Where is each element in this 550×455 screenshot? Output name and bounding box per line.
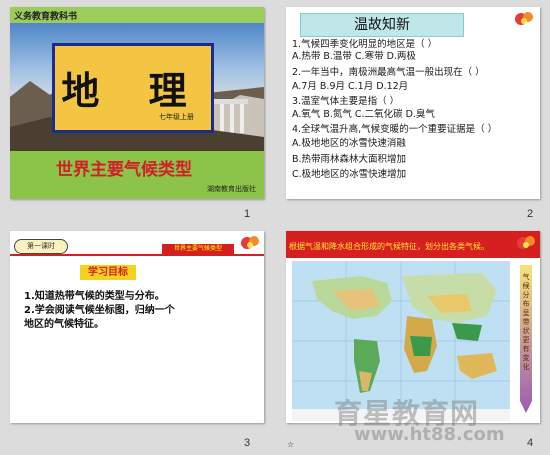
question-line: A.7月 B.9月 C.1月 D.12月: [292, 81, 409, 92]
subtitle: 世界主要气候类型: [56, 160, 192, 180]
goal-heading: 学习目标: [80, 265, 136, 280]
slide-thumbnail-1[interactable]: 义务教育教科书 地 理 七年级上册 世界主要气候类型 湖南教育出版社: [10, 7, 264, 199]
flower-icon: [515, 12, 533, 25]
page-title: 地 理: [61, 68, 205, 113]
flower-icon: [241, 236, 259, 249]
objective-line: 1.知道热带气候的类型与分布。: [24, 291, 165, 302]
grade-label: 七年级上册: [159, 113, 194, 121]
lesson-badge: 第一课时: [14, 239, 68, 254]
series-label: 义务教育教科书: [14, 12, 78, 22]
banner-text: 根据气温和降水组合形成的气候特征，划分出各类气候。: [289, 242, 489, 251]
slide-number-2: 2: [527, 208, 534, 220]
slide-number-1: 1: [244, 208, 251, 220]
question-line: A.极地地区的冰雪快速消融: [292, 138, 406, 149]
question-line: A.热带 B.温带 C.寒带 D.两极: [292, 51, 416, 62]
question-line: 1.气候四季变化明显的地区是（ ）: [292, 39, 438, 50]
question-line: 4.全球气温升高,气候变暖的一个重要证据是（ ）: [292, 124, 498, 135]
question-line: B.热带雨林森林大面积增加: [292, 154, 407, 165]
flower-icon: [517, 236, 535, 249]
title-box: 地 理 七年级上册: [52, 43, 214, 133]
publisher-label: 湖南教育出版社: [207, 185, 256, 193]
side-label: 气候分布呈带状更有变化: [522, 273, 530, 371]
topic-tag: 世界主要气候类型: [162, 244, 234, 254]
divider: [10, 254, 264, 256]
question-line: 2.一年当中，南极洲最高气温一般出现在（ ）: [292, 67, 485, 78]
objective-line: 2.学会阅读气候坐标图，归纳一个: [24, 305, 175, 316]
slide-header: 温故知新: [300, 13, 464, 37]
question-line: C.极地地区的冰雪快速增加: [292, 169, 407, 180]
slide-number-3: 3: [244, 437, 251, 449]
slide-thumbnail-3[interactable]: 第一课时 世界主要气候类型 学习目标 1.知道热带气候的类型与分布。 2.学会阅…: [10, 231, 264, 423]
question-line: 3.温室气体主要是指（ ）: [292, 96, 400, 107]
slide-number-4: 4: [527, 437, 534, 449]
slide-icon: ☆: [287, 440, 295, 449]
slide-thumbnail-2[interactable]: 温故知新 1.气候四季变化明显的地区是（ ） A.热带 B.温带 C.寒带 D.…: [286, 7, 540, 199]
watermark-url: www.ht88.com: [354, 424, 505, 445]
question-line: A.氧气 B.氮气 C.二氧化碳 D.臭气: [292, 109, 435, 120]
objective-line: 地区的气候特征。: [24, 319, 104, 330]
